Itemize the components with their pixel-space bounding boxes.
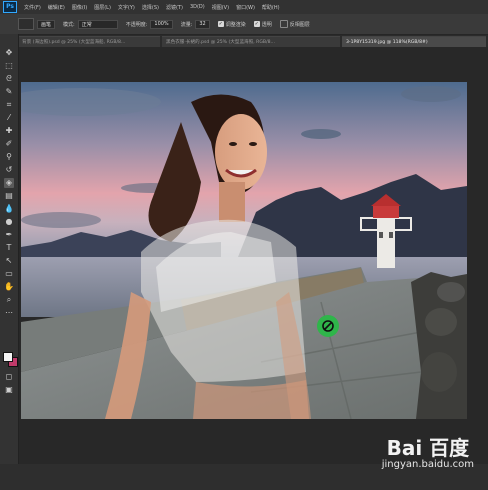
menu-view[interactable]: 视图(V) [212, 4, 229, 11]
document-canvas[interactable] [21, 82, 467, 419]
foreground-color-swatch[interactable] [3, 352, 13, 362]
quick-select-tool-icon[interactable]: ✎ [4, 87, 14, 97]
menu-image[interactable]: 图像(I) [72, 4, 87, 11]
adjust-render-label: 调整渲染 [225, 21, 246, 28]
opacity-label: 不透明度: [125, 21, 148, 28]
quick-mask-icon[interactable]: ◻ [4, 372, 14, 382]
lasso-tool-icon[interactable]: ᘓ [4, 74, 14, 84]
tools-panel: ✥ ⬚ ᘓ ✎ ⌗ ⁄ ✚ ✐ ⚲ ↺ ◈ ▤ 💧 ● ✒ T ↖ ▭ ✋ ⌕ … [0, 34, 19, 464]
invert-layer-checkbox[interactable] [279, 20, 288, 28]
watermark-url: jingyan.baidu.com [381, 459, 474, 470]
screen-mode-icon[interactable]: ▣ [4, 385, 14, 395]
tab-label: 3-1P8Y15319.jpg @ 118%(RGB/8#) [346, 40, 428, 45]
hand-tool-icon[interactable]: ✋ [4, 282, 14, 292]
flow-input[interactable]: 32 [195, 19, 210, 29]
type-tool-icon[interactable]: T [4, 243, 14, 253]
path-select-tool-icon[interactable]: ↖ [4, 256, 14, 266]
tab-label: 黑色衣服·长裙的.psd @ 25% (大型蓝海照, RGB/8... [166, 40, 275, 45]
opacity-input[interactable]: 100% [150, 19, 173, 29]
tab-label: 背景 (海边照).psd @ 25% (大型蓝海船, RGB/8... [22, 40, 126, 45]
gradient-tool-icon[interactable]: ▤ [4, 191, 14, 201]
more-tools-icon[interactable]: ⋯ [4, 308, 14, 318]
eyedropper-tool-icon[interactable]: ⁄ [4, 113, 14, 123]
document-tab-bar: 背景 (海边照).psd @ 25% (大型蓝海船, RGB/8... 黑色衣服… [18, 35, 488, 47]
menu-select[interactable]: 选择(S) [142, 4, 159, 11]
menu-type[interactable]: 文字(Y) [118, 4, 135, 11]
menu-layer[interactable]: 图层(L) [94, 4, 111, 11]
photoshop-logo-icon: Ps [3, 1, 17, 13]
mode-label: 模式: [63, 21, 75, 28]
menu-3d[interactable]: 3D(D) [190, 4, 205, 10]
menu-window[interactable]: 窗口(W) [236, 4, 255, 11]
options-bar: 画笔 模式: 正常 不透明度: 100% 流量: 32 ✓ 调整渲染 ✓ 透明 … [0, 14, 488, 35]
adjust-render-checkbox[interactable]: ✓ [217, 21, 224, 27]
tab-document-1[interactable]: 背景 (海边照).psd @ 25% (大型蓝海船, RGB/8... [18, 36, 160, 47]
mode-select[interactable]: 正常 [77, 19, 118, 29]
invert-layer-label: 反相图层 [289, 21, 310, 28]
baidu-watermark: Bai 百度 jingyan.baidu.com [382, 432, 474, 470]
menu-bar: Ps 文件(F) 编辑(E) 图像(I) 图层(L) 文字(Y) 选择(S) 滤… [0, 0, 488, 14]
clone-stamp-tool-icon[interactable]: ⚲ [4, 152, 14, 162]
move-tool-icon[interactable]: ✥ [4, 48, 14, 58]
brush-tool-icon[interactable]: ✐ [4, 139, 14, 149]
menu-edit[interactable]: 编辑(E) [48, 4, 65, 11]
transparency-checkbox[interactable]: ✓ [253, 21, 260, 27]
photo-composite [21, 82, 467, 419]
flow-label: 流量: [180, 21, 193, 28]
menu-file[interactable]: 文件(F) [24, 4, 41, 11]
tool-preset-picker[interactable] [18, 18, 34, 30]
menu-help[interactable]: 帮助(H) [262, 4, 280, 11]
blur-tool-icon[interactable]: 💧 [4, 204, 14, 214]
baidu-logo: Bai 百度 [386, 436, 470, 460]
history-brush-tool-icon[interactable]: ↺ [4, 165, 14, 175]
tab-document-3[interactable]: 3-1P8Y15319.jpg @ 118%(RGB/8#) [342, 36, 486, 47]
tab-document-2[interactable]: 黑色衣服·长裙的.psd @ 25% (大型蓝海照, RGB/8... [162, 36, 340, 47]
brush-preset-field[interactable]: 画笔 [37, 19, 56, 29]
eraser-tool-icon[interactable]: ◈ [4, 178, 14, 188]
shape-tool-icon[interactable]: ▭ [4, 269, 14, 279]
menu-filter[interactable]: 滤镜(T) [166, 4, 183, 11]
zoom-tool-icon[interactable]: ⌕ [4, 295, 14, 305]
dodge-tool-icon[interactable]: ● [4, 217, 14, 227]
crop-tool-icon[interactable]: ⌗ [4, 100, 14, 110]
transparency-label: 透明 [261, 21, 272, 28]
marquee-tool-icon[interactable]: ⬚ [4, 61, 14, 71]
pen-tool-icon[interactable]: ✒ [4, 230, 14, 240]
healing-brush-tool-icon[interactable]: ✚ [4, 126, 14, 136]
